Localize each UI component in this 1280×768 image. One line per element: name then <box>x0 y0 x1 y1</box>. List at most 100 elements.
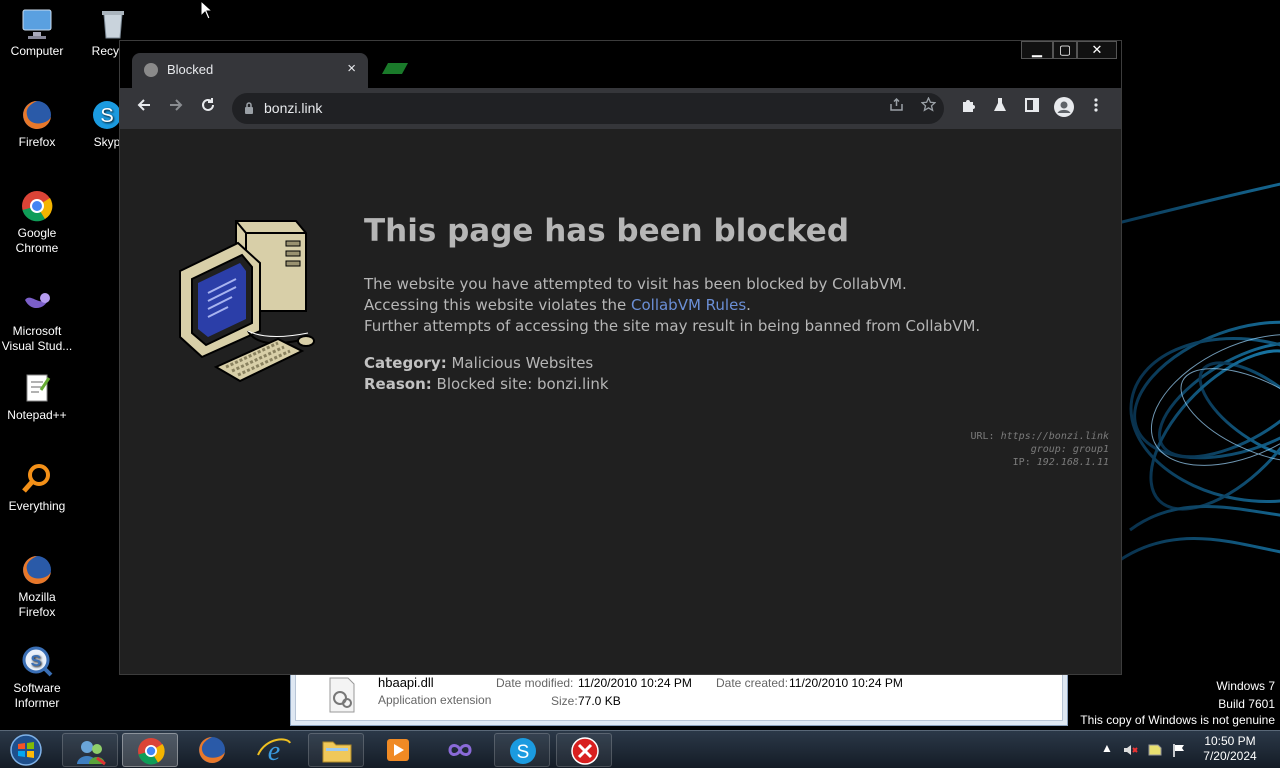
meta-group-value: group1 <box>1072 444 1109 455</box>
svg-text:S: S <box>31 653 42 670</box>
menu-button[interactable] <box>1084 96 1108 120</box>
software-informer-icon: S <box>22 646 53 677</box>
chrome-window: Blocked × ▁ ▢ ✕ bonzi.link This page has… <box>119 40 1122 675</box>
reload-icon <box>202 98 214 111</box>
address-bar[interactable]: bonzi.link <box>232 93 944 124</box>
clock-time: 10:50 PM <box>1204 734 1256 748</box>
desktop-icon-label: Software Informer <box>13 681 61 710</box>
size-label: Size: <box>551 694 578 708</box>
desktop-icon-everything[interactable]: Everything <box>0 461 74 514</box>
arrow-right-icon <box>170 99 183 111</box>
everything-search-icon <box>22 464 50 493</box>
desktop-icon-label: Everything <box>8 499 66 513</box>
skype-icon: S <box>510 738 536 764</box>
taskbar-skype[interactable]: S <box>494 733 550 767</box>
taskbar-media-player[interactable] <box>370 733 426 767</box>
page-title: This page has been blocked <box>364 213 850 249</box>
taskbar-visual-studio[interactable] <box>432 733 488 767</box>
flask-icon <box>994 98 1006 111</box>
windows-watermark-line1: Windows 7 <box>1216 679 1275 693</box>
size-value: 77.0 KB <box>578 694 621 708</box>
page-content: This page has been blocked The website y… <box>120 129 1121 674</box>
firefox-icon <box>23 101 51 129</box>
reason-value: Blocked site: bonzi.link <box>436 375 609 393</box>
minimize-button[interactable]: ▁ <box>1021 41 1053 59</box>
maximize-button[interactable]: ▢ <box>1053 41 1077 59</box>
taskbar: e S ▲ 10:50 PM 7/20/2024 <box>0 730 1280 768</box>
side-panel-button[interactable] <box>1020 96 1044 120</box>
meta-ip-value: 192.168.1.11 <box>1036 457 1109 468</box>
file-name: hbaapi.dll <box>378 675 434 690</box>
desktop-icon-firefox[interactable]: Firefox <box>0 97 74 150</box>
taskbar-explorer[interactable] <box>308 733 364 767</box>
desktop-icon-label: Microsoft Visual Stud... <box>1 324 73 353</box>
category-value: Malicious Websites <box>451 354 594 372</box>
tab-close-button[interactable]: × <box>347 60 356 77</box>
block-message-line2: Accessing this website violates the Coll… <box>364 296 751 314</box>
date-modified-value: 11/20/2010 10:24 PM <box>578 676 692 690</box>
windows-genuine-notice: This copy of Windows is not genuine <box>1080 713 1275 727</box>
desktop-icon-computer[interactable]: Computer <box>0 6 74 59</box>
star-icon <box>919 96 937 112</box>
media-player-icon <box>387 739 409 761</box>
bookmark-button[interactable] <box>916 96 940 120</box>
start-button[interactable] <box>4 733 48 767</box>
desktop-icon-label: Firefox <box>18 135 56 149</box>
desktop-icon-google-chrome[interactable]: Google Chrome <box>0 188 74 256</box>
taskbar-chrome[interactable] <box>122 733 178 767</box>
date-modified-label: Date modified: <box>496 676 574 690</box>
avatar-icon <box>1054 97 1074 117</box>
desktop-icon-label: Computer <box>10 44 64 58</box>
reload-button[interactable] <box>196 96 220 120</box>
chrome-titlebar[interactable]: Blocked × ▁ ▢ ✕ <box>120 41 1121 88</box>
chrome-icon <box>138 738 165 765</box>
share-icon <box>889 97 903 111</box>
meta-group-key: group: <box>1030 444 1067 455</box>
taskbar-error-app[interactable] <box>556 733 612 767</box>
error-icon <box>571 737 599 765</box>
meta-ip-key: IP: <box>1012 457 1031 468</box>
desktop-icon-label: Mozilla Firefox <box>18 590 56 619</box>
extensions-button[interactable] <box>956 96 980 120</box>
old-computer-icon <box>179 220 315 383</box>
tab-title: Blocked <box>167 62 214 77</box>
desktop-icon-notepad-plus-plus[interactable]: Notepad++ <box>0 370 74 423</box>
taskbar-firefox[interactable] <box>184 733 240 767</box>
notepad-plus-plus-icon <box>26 374 51 402</box>
category-label: Category: <box>364 354 447 372</box>
notification-icon[interactable] <box>1147 742 1163 758</box>
line2-suffix: . <box>746 296 751 314</box>
windows-watermark-line2: Build 7601 <box>1218 697 1275 711</box>
reason-row: Reason: Blocked site: bonzi.link <box>364 375 609 393</box>
forward-button[interactable] <box>164 96 188 120</box>
labs-button[interactable] <box>988 96 1012 120</box>
action-center-flag-icon[interactable] <box>1171 742 1187 758</box>
volume-muted-icon[interactable] <box>1122 742 1138 758</box>
line2-prefix: Accessing this website violates the <box>364 296 631 314</box>
meta-url-value: https://bonzi.link <box>1000 431 1109 442</box>
puzzle-icon <box>963 100 975 112</box>
close-window-button[interactable]: ✕ <box>1077 41 1117 59</box>
block-message-line3: Further attempts of accessing the site m… <box>364 317 981 335</box>
desktop-icon-mozilla-firefox[interactable]: Mozilla Firefox <box>0 552 74 620</box>
meta-url: URL: https://bonzi.link <box>971 431 1110 442</box>
new-tab-icon[interactable] <box>380 61 412 75</box>
globe-icon <box>144 63 158 77</box>
explorer-details-pane: hbaapi.dll Application extension Date mo… <box>290 672 1068 726</box>
browser-tab[interactable]: Blocked × <box>132 53 368 88</box>
taskbar-people[interactable] <box>62 733 118 767</box>
show-hidden-icons-button[interactable]: ▲ <box>1101 741 1113 755</box>
back-button[interactable] <box>132 96 156 120</box>
desktop-icon-software-informer[interactable]: S Software Informer <box>0 643 74 711</box>
collabvm-rules-link[interactable]: CollabVM Rules <box>631 296 746 314</box>
dll-file-icon <box>329 677 355 713</box>
recycle-bin-icon <box>102 11 124 39</box>
file-type: Application extension <box>378 693 492 707</box>
url-text: bonzi.link <box>264 100 323 116</box>
system-clock[interactable]: 10:50 PM 7/20/2024 <box>1190 734 1270 764</box>
mouse-cursor-icon <box>200 0 214 20</box>
taskbar-internet-explorer[interactable]: e <box>246 733 302 767</box>
profile-button[interactable] <box>1052 96 1076 120</box>
desktop-icon-visual-studio[interactable]: Microsoft Visual Stud... <box>0 286 74 354</box>
share-button[interactable] <box>884 96 908 120</box>
